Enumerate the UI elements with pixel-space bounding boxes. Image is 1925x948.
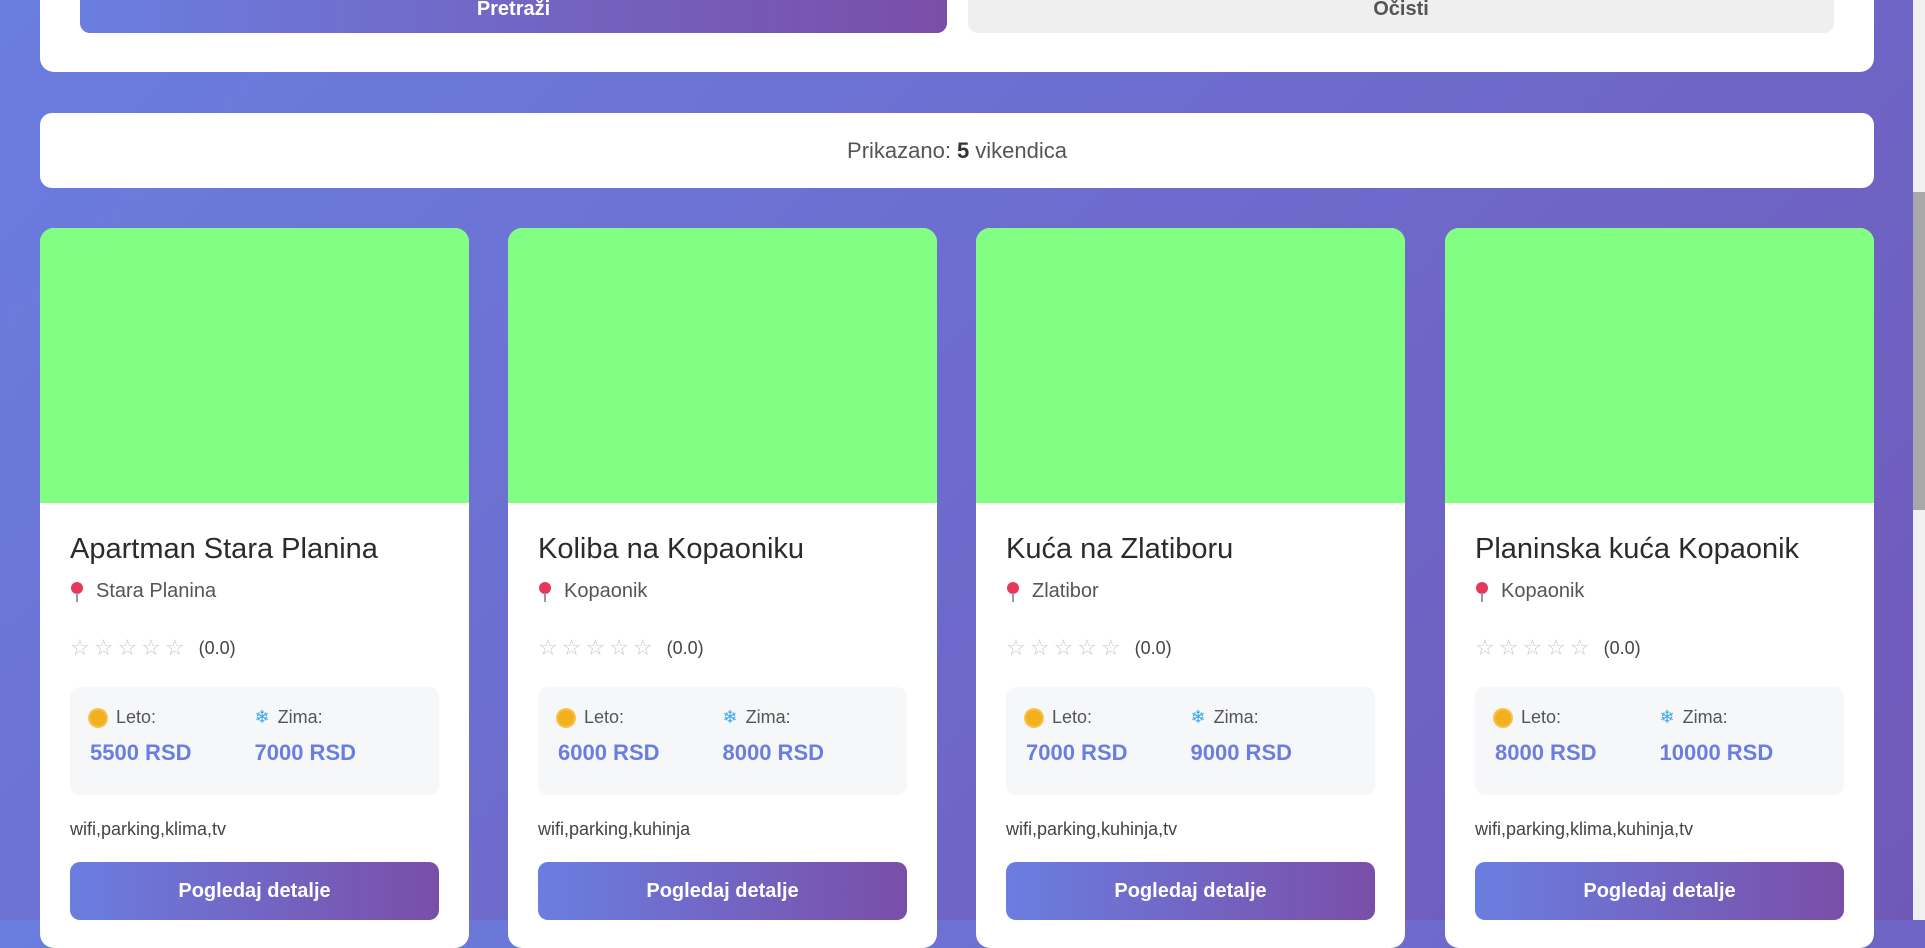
summer-label: Leto: [1521, 707, 1562, 727]
location-pin-icon [1475, 581, 1489, 602]
summer-price-value: 7000 RSD [1026, 740, 1128, 765]
winter-label: Zima: [1682, 707, 1728, 727]
cottage-title: Kuća na Zlatiboru [1006, 533, 1234, 565]
view-details-button[interactable]: Pogledaj detalje [538, 862, 907, 920]
price-box: Leto: 6000 RSD ❄ Zima: 8000 RSD [538, 687, 907, 795]
cottage-image[interactable] [508, 228, 937, 503]
cottage-location: Kopaonik [538, 580, 907, 603]
price-box: Leto: 8000 RSD ❄ Zima: 10000 RSD [1475, 687, 1844, 795]
price-box: Leto: 5500 RSD ❄ Zima: 7000 RSD [70, 687, 439, 795]
cottage-location: Zlatibor [1006, 580, 1375, 603]
amenities: wifi,parking,kuhinja [538, 819, 691, 839]
cottage-title: Apartman Stara Planina [70, 533, 378, 565]
winter-price: ❄ Zima: 7000 RSD [255, 707, 420, 795]
amenities: wifi,parking,klima,kuhinja,tv [1475, 819, 1694, 839]
view-details-button[interactable]: Pogledaj detalje [1006, 862, 1375, 920]
snowflake-icon: ❄ [1659, 707, 1675, 727]
star-rating-icon: ☆☆☆☆☆ [538, 635, 657, 660]
snowflake-icon: ❄ [254, 707, 270, 727]
snowflake-icon: ❄ [1190, 707, 1206, 727]
location-label: Kopaonik [1501, 580, 1585, 602]
results-suffix: vikendica [975, 137, 1067, 163]
cottage-card: Apartman Stara Planina Stara Planina ☆☆☆… [40, 228, 469, 948]
winter-price: ❄ Zima: 8000 RSD [723, 707, 888, 795]
rating: ☆☆☆☆☆ (0.0) [1006, 635, 1375, 661]
cottage-title: Planinska kuća Kopaonik [1475, 533, 1800, 565]
summer-price: Leto: 8000 RSD [1495, 707, 1660, 795]
sun-icon [558, 709, 574, 726]
view-details-button[interactable]: Pogledaj detalje [70, 862, 439, 920]
sun-icon [1495, 709, 1511, 726]
cottage-card: Koliba na Kopaoniku Kopaonik ☆☆☆☆☆ (0.0)… [508, 228, 937, 948]
summer-price-value: 6000 RSD [558, 740, 660, 765]
results-count-bar: Prikazano: 5 vikendica [40, 113, 1874, 188]
summer-label: Leto: [1052, 707, 1093, 727]
sun-icon [90, 709, 106, 726]
results-prefix: Prikazano: [847, 137, 951, 163]
amenities: wifi,parking,kuhinja,tv [1006, 819, 1178, 839]
summer-label: Leto: [584, 707, 625, 727]
summer-price-value: 5500 RSD [90, 740, 192, 765]
search-button[interactable]: Pretraži [80, 0, 947, 33]
clear-button[interactable]: Očisti [968, 0, 1834, 33]
winter-price-value: 8000 RSD [722, 740, 825, 765]
winter-price-value: 10000 RSD [1659, 740, 1774, 765]
rating-value: (0.0) [198, 637, 236, 658]
winter-label: Zima: [1213, 707, 1259, 727]
scrollbar-thumb[interactable] [1913, 192, 1925, 510]
location-label: Kopaonik [564, 580, 648, 602]
cottage-title: Koliba na Kopaoniku [538, 533, 805, 565]
rating: ☆☆☆☆☆ (0.0) [1475, 635, 1844, 661]
winter-price: ❄ Zima: 9000 RSD [1191, 707, 1356, 795]
summer-price-value: 8000 RSD [1495, 740, 1597, 765]
cottage-card: Planinska kuća Kopaonik Kopaonik ☆☆☆☆☆ (… [1445, 228, 1874, 948]
rating: ☆☆☆☆☆ (0.0) [538, 635, 907, 661]
summer-label: Leto: [116, 707, 157, 727]
page-scrollbar[interactable] [1913, 0, 1925, 920]
rating-value: (0.0) [1603, 637, 1641, 658]
cottage-image[interactable] [40, 228, 469, 503]
rating: ☆☆☆☆☆ (0.0) [70, 635, 439, 661]
search-panel: Pretraži Očisti [40, 0, 1874, 72]
winter-price: ❄ Zima: 10000 RSD [1660, 707, 1825, 795]
winter-label: Zima: [277, 707, 323, 727]
summer-price: Leto: 7000 RSD [1026, 707, 1191, 795]
view-details-button[interactable]: Pogledaj detalje [1475, 862, 1844, 920]
rating-value: (0.0) [1134, 637, 1172, 658]
summer-price: Leto: 6000 RSD [558, 707, 723, 795]
summer-price: Leto: 5500 RSD [90, 707, 255, 795]
sun-icon [1026, 709, 1042, 726]
star-rating-icon: ☆☆☆☆☆ [1475, 635, 1594, 660]
cottage-location: Stara Planina [70, 580, 439, 603]
rating-value: (0.0) [666, 637, 704, 658]
cottage-card: Kuća na Zlatiboru Zlatibor ☆☆☆☆☆ (0.0) L… [976, 228, 1405, 948]
winter-label: Zima: [745, 707, 791, 727]
winter-price-value: 9000 RSD [1190, 740, 1293, 765]
amenities: wifi,parking,klima,tv [70, 819, 227, 839]
cottage-image[interactable] [976, 228, 1405, 503]
price-box: Leto: 7000 RSD ❄ Zima: 9000 RSD [1006, 687, 1375, 795]
location-pin-icon [70, 581, 84, 602]
location-label: Stara Planina [96, 580, 217, 602]
star-rating-icon: ☆☆☆☆☆ [70, 635, 189, 660]
location-pin-icon [538, 581, 552, 602]
location-label: Zlatibor [1032, 580, 1099, 602]
star-rating-icon: ☆☆☆☆☆ [1006, 635, 1125, 660]
cottage-location: Kopaonik [1475, 580, 1844, 603]
winter-price-value: 7000 RSD [254, 740, 357, 765]
cottage-image[interactable] [1445, 228, 1874, 503]
snowflake-icon: ❄ [722, 707, 738, 727]
location-pin-icon [1006, 581, 1020, 602]
results-count: 5 [956, 137, 970, 163]
